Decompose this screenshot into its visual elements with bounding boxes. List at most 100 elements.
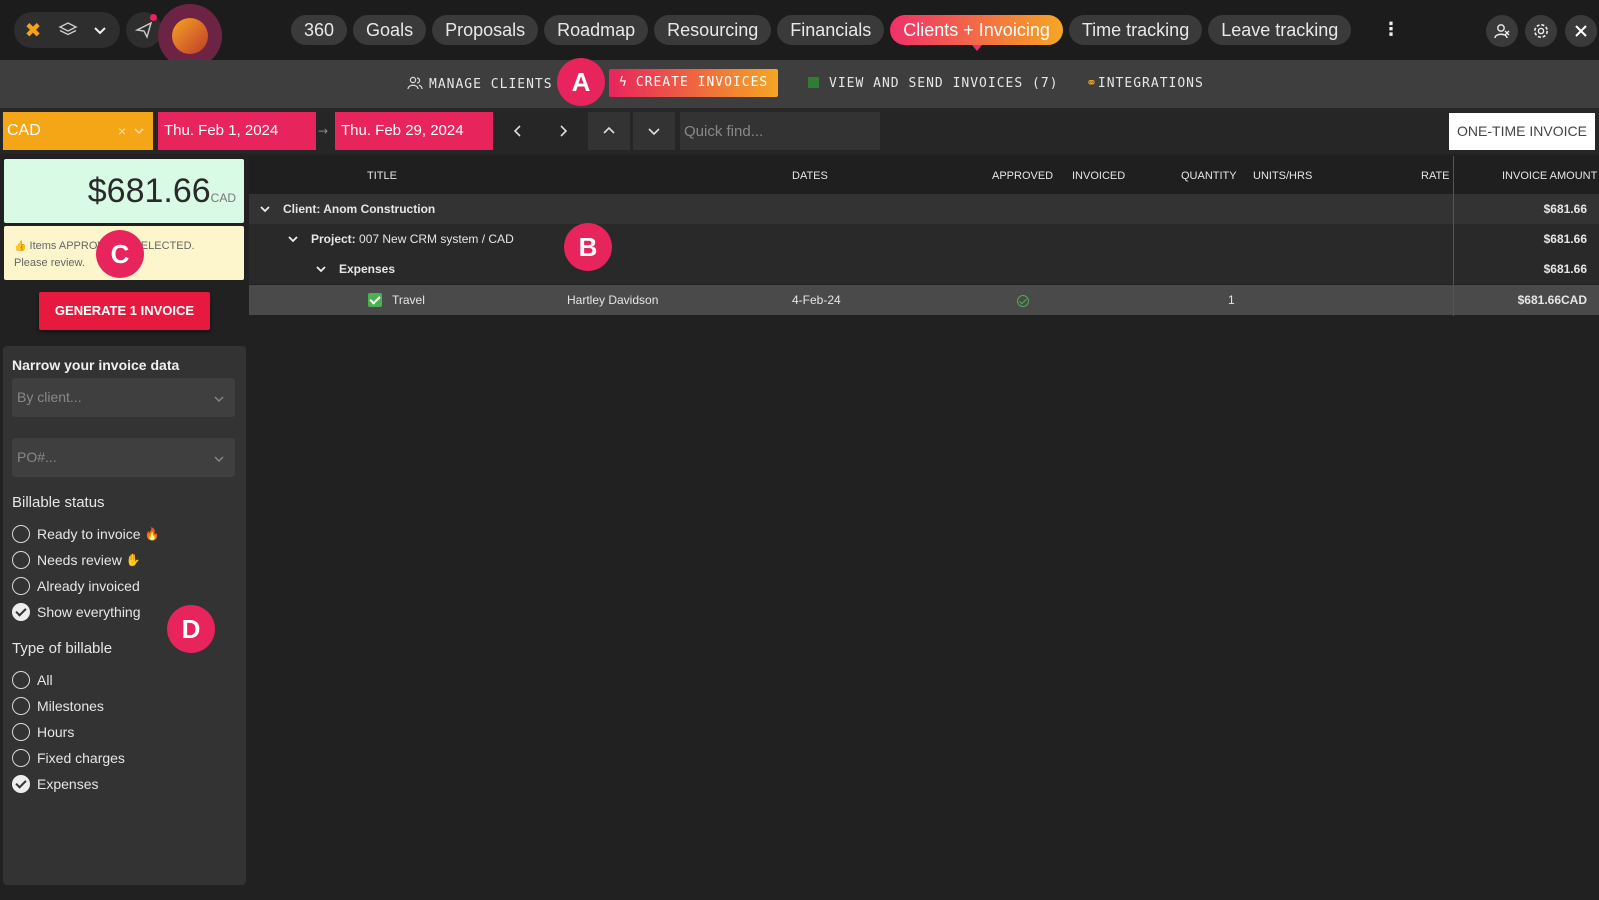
col-invoiced[interactable]: INVOICED [1072, 170, 1125, 182]
close-button[interactable] [1565, 15, 1597, 47]
user-switch-button[interactable] [1486, 15, 1518, 47]
chevron-down-icon[interactable] [259, 203, 271, 215]
radio-button[interactable] [12, 525, 30, 543]
hand-icon: ✋ [125, 553, 141, 567]
radio-already-invoiced[interactable]: Already invoiced [12, 575, 140, 597]
project-amount: $681.66 [1543, 232, 1587, 246]
clear-icon[interactable]: × [118, 112, 126, 150]
subnav-manage-clients[interactable]: MANAGE CLIENTS [407, 76, 553, 92]
radio-all[interactable]: All [12, 669, 53, 691]
subnav-label: VIEW AND SEND INVOICES (7) [829, 76, 1059, 91]
table-row-project[interactable]: Project: 007 New CRM system / CAD $681.6… [249, 224, 1599, 254]
radio-button[interactable] [12, 551, 30, 569]
subnav-view-send-invoices[interactable]: VIEW AND SEND INVOICES (7) [808, 76, 1059, 91]
type-of-billable-label: Type of billable [12, 640, 113, 657]
group-label: Expenses [339, 262, 396, 276]
item-quantity: 1 [1228, 293, 1235, 307]
radio-button[interactable] [12, 697, 30, 715]
date-range-arrow: → [318, 124, 329, 138]
col-units[interactable]: UNITS/HRS [1253, 170, 1312, 182]
one-time-invoice-button[interactable]: ONE-TIME INVOICE [1449, 113, 1595, 150]
radio-button[interactable] [12, 723, 30, 741]
chevron-right-icon [560, 125, 568, 137]
client-select-placeholder: By client... [17, 389, 82, 405]
chevron-down-icon[interactable] [315, 263, 327, 275]
item-person: Hartley Davidson [567, 293, 659, 307]
tab-goals[interactable]: Goals [353, 15, 427, 45]
chevron-down-icon[interactable] [92, 22, 108, 38]
po-select-placeholder: PO#... [17, 449, 57, 465]
subnav-label: CREATE INVOICES [635, 75, 769, 90]
radio-show-everything[interactable]: Show everything [12, 601, 141, 623]
tab-resourcing[interactable]: Resourcing [654, 15, 772, 45]
subnav-create-invoices[interactable]: ϟ CREATE INVOICES [609, 69, 779, 97]
currency-value: CAD [7, 122, 41, 139]
radio-milestones[interactable]: Milestones [12, 695, 104, 717]
paper-plane-icon [135, 21, 153, 39]
currency-select[interactable]: CAD × [3, 112, 153, 150]
radio-hours[interactable]: Hours [12, 721, 74, 743]
client-select[interactable]: By client... [12, 378, 235, 417]
expand-all-button[interactable] [633, 112, 675, 150]
tab-clients-invoicing[interactable]: Clients + Invoicing [890, 15, 1063, 51]
tab-leave-tracking[interactable]: Leave tracking [1208, 15, 1352, 45]
radio-ready-to-invoice[interactable]: Ready to invoice 🔥 [12, 523, 159, 545]
chevron-left-icon [513, 125, 521, 137]
total-amount: $681.66 [87, 172, 211, 210]
filter-bar: CAD × Thu. Feb 1, 2024 → Thu. Feb 29, 20… [0, 108, 1599, 154]
previous-period-button[interactable] [497, 112, 539, 150]
tab-financials[interactable]: Financials [777, 15, 885, 45]
settings-button[interactable] [1525, 15, 1557, 47]
radio-button[interactable] [12, 577, 30, 595]
col-title[interactable]: TITLE [367, 170, 397, 182]
kebab-icon[interactable]: ⋮ [1382, 19, 1400, 41]
col-invoice-amount[interactable]: INVOICE AMOUNT [1502, 170, 1597, 182]
subnav-label: MANAGE CLIENTS [429, 77, 553, 92]
col-approved[interactable]: APPROVED [992, 170, 1053, 182]
marker-d: D [167, 605, 215, 653]
avatar-logo-icon [172, 18, 208, 54]
radio-button-checked[interactable] [12, 775, 30, 793]
billable-status-label: Billable status [12, 494, 105, 511]
generate-invoice-button[interactable]: GENERATE 1 INVOICE [39, 292, 210, 330]
next-period-button[interactable] [542, 112, 584, 150]
tab-time-tracking[interactable]: Time tracking [1068, 15, 1203, 45]
item-amount: $681.66CAD [1517, 293, 1587, 307]
radio-button[interactable] [12, 749, 30, 767]
subnav-integrations[interactable]: ⚭INTEGRATIONS [1086, 76, 1204, 91]
project-label: Project: 007 New CRM system / CAD [311, 232, 514, 246]
radio-fixed-charges[interactable]: Fixed charges [12, 747, 125, 769]
chevron-down-icon[interactable] [287, 233, 299, 245]
table-row-client[interactable]: Client: Anom Construction $681.66 [249, 194, 1599, 224]
table-row-item[interactable]: Travel Hartley Davidson 4-Feb-24 1 $681.… [249, 285, 1599, 315]
chevron-down-icon [214, 456, 224, 462]
tab-proposals[interactable]: Proposals [432, 15, 539, 45]
gear-icon [1534, 24, 1548, 38]
po-select[interactable]: PO#... [12, 438, 235, 477]
radio-button-checked[interactable] [12, 603, 30, 621]
table-row-expenses-group[interactable]: Expenses $681.66 [249, 254, 1599, 284]
radio-expenses[interactable]: Expenses [12, 773, 98, 795]
close-icon [1575, 25, 1587, 37]
collapse-all-button[interactable] [588, 112, 630, 150]
col-dates[interactable]: DATES [792, 170, 828, 182]
green-square-icon [808, 77, 819, 88]
app-switcher[interactable]: ✖ [14, 12, 120, 48]
chevron-down-icon[interactable] [133, 125, 145, 137]
date-from-input[interactable]: Thu. Feb 1, 2024 [158, 112, 316, 150]
avatar[interactable] [158, 4, 222, 68]
layers-icon[interactable] [58, 20, 78, 40]
quick-find-input[interactable] [680, 112, 880, 150]
app-logo-icon: ✖ [24, 18, 42, 42]
col-rate[interactable]: RATE [1421, 170, 1450, 182]
user-switch-icon [1494, 24, 1510, 39]
send-button[interactable] [126, 12, 162, 48]
date-to-input[interactable]: Thu. Feb 29, 2024 [335, 112, 493, 150]
tab-360[interactable]: 360 [291, 15, 348, 45]
approved-check-icon [1017, 295, 1029, 307]
radio-button[interactable] [12, 671, 30, 689]
radio-needs-review[interactable]: Needs review ✋ [12, 549, 141, 571]
row-checkbox[interactable] [368, 293, 382, 307]
col-quantity[interactable]: QUANTITY [1181, 170, 1237, 182]
tab-roadmap[interactable]: Roadmap [544, 15, 649, 45]
